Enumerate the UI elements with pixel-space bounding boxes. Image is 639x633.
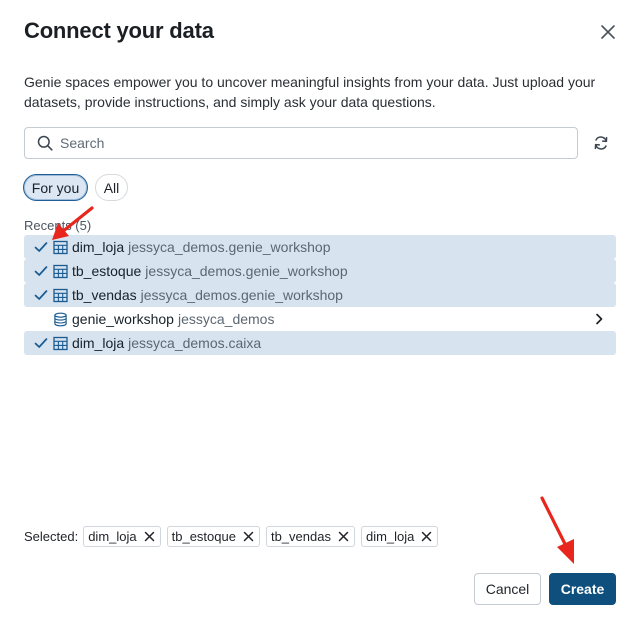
chevron-right-icon[interactable] <box>592 312 606 326</box>
chip-label: dim_loja <box>365 528 415 544</box>
search-icon <box>37 135 53 151</box>
item-name: tb_estoque <box>72 263 142 279</box>
check-icon <box>34 338 48 348</box>
remove-icon[interactable] <box>243 531 254 542</box>
list-item[interactable]: genie_workshop jessyca_demos <box>24 307 616 331</box>
filter-all[interactable]: All <box>95 174 128 201</box>
database-icon <box>54 312 67 327</box>
selected-chip: dim_loja <box>360 525 439 547</box>
check-icon <box>34 242 48 252</box>
list-item[interactable]: dim_loja jessyca_demos.caixa <box>24 331 616 355</box>
search-input[interactable] <box>60 135 540 151</box>
table-icon <box>53 264 68 279</box>
item-name: genie_workshop <box>72 311 174 327</box>
chip-label: tb_vendas <box>270 528 331 544</box>
selected-items-bar: Selected: dim_loja tb_estoque tb_vendas … <box>24 525 444 547</box>
recents-label: Recents (5) <box>24 218 92 233</box>
remove-icon[interactable] <box>338 531 349 542</box>
selected-label: Selected: <box>24 528 79 544</box>
table-icon <box>53 336 68 351</box>
filter-all-label: All <box>103 179 120 196</box>
chip-label: dim_loja <box>88 528 137 544</box>
list-item[interactable]: tb_vendas jessyca_demos.genie_workshop <box>24 283 616 307</box>
close-icon <box>601 25 615 39</box>
item-path: jessyca_demos <box>177 311 275 327</box>
selected-chip: tb_estoque <box>166 525 260 547</box>
create-button[interactable]: Create <box>549 573 616 605</box>
item-path: jessyca_demos.caixa <box>128 335 262 351</box>
search-field[interactable] <box>24 127 578 159</box>
recents-list: dim_loja jessyca_demos.genie_workshop tb_… <box>24 235 616 355</box>
remove-icon[interactable] <box>144 531 155 542</box>
refresh-button[interactable] <box>590 132 612 154</box>
refresh-icon <box>594 136 608 150</box>
selected-chip: dim_loja <box>83 525 161 547</box>
selected-chip: tb_vendas <box>265 525 355 547</box>
cancel-button[interactable]: Cancel <box>474 573 541 605</box>
table-icon <box>53 288 68 303</box>
remove-icon[interactable] <box>421 531 432 542</box>
connect-data-dialog: Connect your data Genie spaces empower y… <box>0 0 639 633</box>
item-name: dim_loja <box>72 335 125 351</box>
dialog-title: Connect your data <box>24 18 214 43</box>
check-icon <box>34 266 48 276</box>
item-path: jessyca_demos.genie_workshop <box>128 239 331 255</box>
filter-for-you-label: For you <box>31 179 80 196</box>
item-name: dim_loja <box>72 239 125 255</box>
item-name: tb_vendas <box>72 287 137 303</box>
dialog-description: Genie spaces empower you to uncover mean… <box>24 74 596 110</box>
check-icon <box>34 290 48 300</box>
list-item[interactable]: dim_loja jessyca_demos.genie_workshop <box>24 235 616 259</box>
item-path: jessyca_demos.genie_workshop <box>145 263 348 279</box>
annotation-arrow-create <box>540 496 574 564</box>
close-button[interactable] <box>596 20 620 44</box>
chip-label: tb_estoque <box>171 528 236 544</box>
filter-for-you[interactable]: For you <box>23 174 88 201</box>
item-path: jessyca_demos.genie_workshop <box>140 287 343 303</box>
list-item[interactable]: tb_estoque jessyca_demos.genie_workshop <box>24 259 616 283</box>
table-icon <box>53 240 68 255</box>
